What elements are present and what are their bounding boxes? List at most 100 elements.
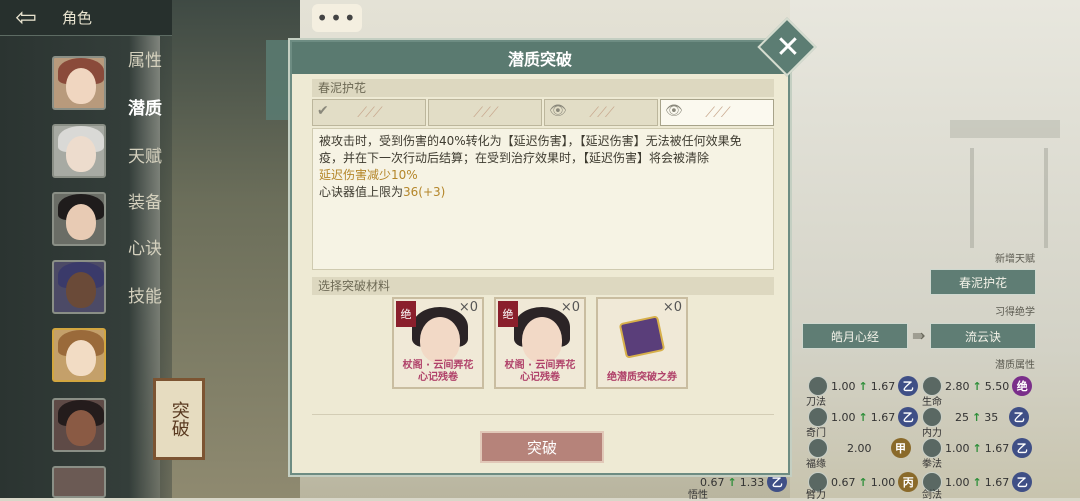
portrait-face [66, 340, 96, 376]
new-talent-label: 新增天赋 [995, 254, 1035, 265]
breakthrough-confirm-button[interactable]: 突破 [480, 431, 604, 463]
scroll-icon [618, 315, 666, 359]
material-card[interactable]: ×0 绝潜质突破之券 [596, 297, 688, 389]
stat-to: 1.67 [870, 379, 896, 393]
back-arrow-icon[interactable]: ⇦ [0, 0, 52, 36]
close-icon[interactable]: ✕ [771, 30, 805, 65]
sword-pips-icon: ⟋⟋⟋ [473, 104, 498, 121]
stat-from: 1.00 [945, 441, 970, 455]
divider [312, 414, 774, 415]
stat-name: 福缘 [806, 459, 826, 470]
material-caption: 杖阁 · 云间弄花 心记残卷 [504, 360, 576, 383]
grade-badge: 甲 [890, 438, 911, 458]
menu-equipment[interactable]: 装备 [128, 188, 162, 213]
material-count: ×0 [662, 300, 682, 315]
stat-name: 拳法 [922, 459, 942, 470]
portrait-face [66, 204, 96, 240]
rarity-tag: 绝 [498, 301, 518, 327]
character-portrait-4[interactable] [52, 260, 106, 314]
stat-to: 2.00 [847, 441, 872, 455]
character-portrait-2[interactable] [52, 124, 106, 178]
grade-badge: 乙 [1012, 472, 1033, 492]
description-text: 心诀器值上限为 [319, 185, 404, 199]
grade-badge: 乙 [898, 407, 919, 427]
grade-badge: 绝 [1012, 376, 1033, 396]
up-arrow-icon: ↑ [972, 379, 982, 393]
material-card[interactable]: 绝 ×0 杖阁 · 云间弄花 心记残卷 [494, 297, 586, 389]
stat-name: 悟性 [688, 490, 708, 501]
stat-to: 1.33 [739, 475, 765, 489]
learned-skill-to[interactable]: 流云诀 [930, 323, 1036, 349]
learned-skill-from[interactable]: 皓月心经 [802, 323, 908, 349]
eye-icon: 👁 [665, 103, 683, 119]
character-portrait-7[interactable] [52, 466, 106, 498]
breakthrough-side-label: 突破 [168, 401, 190, 437]
character-portrait-1[interactable] [52, 56, 106, 110]
description-value: 36(+3) [403, 185, 446, 199]
stat-to: 5.50 [984, 379, 1010, 393]
sword-pips-icon: ⟋⟋⟋ [589, 104, 614, 121]
character-portrait-5[interactable] [52, 328, 106, 382]
up-arrow-icon: ↑ [858, 475, 868, 489]
stat-from: 0.67 [831, 475, 856, 489]
rank-tab-1[interactable]: ✔ ⟋⟋⟋ [312, 99, 426, 126]
stat-name: 剑法 [922, 490, 942, 501]
menu-attributes[interactable]: 属性 [128, 46, 162, 71]
material-count: ×0 [458, 300, 478, 315]
potential-description: 被攻击时，受到伤害的40%转化为【延迟伤害】，【延迟伤害】无法被任何效果免 疫，… [312, 128, 774, 270]
description-bonus-line: 延迟伤害减少10% [319, 168, 418, 182]
grade-badge: 乙 [1012, 438, 1033, 458]
stat-to: 1.67 [984, 441, 1010, 455]
stat-from: 1.00 [831, 379, 856, 393]
potential-attr-label: 潜质属性 [995, 360, 1035, 371]
grade-badge: 乙 [1009, 407, 1030, 427]
up-arrow-icon: ↑ [972, 475, 982, 489]
menu-potential[interactable]: 潜质 [128, 94, 162, 119]
material-caption: 杖阁 · 云间弄花 心记残卷 [402, 360, 474, 383]
character-face [420, 317, 460, 363]
menu-skills[interactable]: 技能 [128, 282, 162, 307]
character-portrait-3[interactable] [52, 192, 106, 246]
eye-icon: 👁 [549, 103, 567, 119]
learned-skill-label: 习得绝学 [995, 307, 1035, 318]
stat-name: 刀法 [806, 397, 826, 408]
rarity-tag: 绝 [396, 301, 416, 327]
rank-tab-4[interactable]: 👁 ⟋⟋⟋ [660, 99, 774, 126]
description-line: 心诀器值上限为36(+3) [319, 184, 767, 201]
stat-from: 25 [955, 410, 969, 424]
new-talent-button[interactable]: 春泥护花 [930, 269, 1036, 295]
material-count: ×0 [560, 300, 580, 315]
top-bar: ⇦ 角色 [0, 0, 172, 36]
portrait-face [66, 68, 96, 104]
breakthrough-modal: 潜质突破 春泥护花 ✔ ⟋⟋⟋ ⟋⟋⟋ 👁 ⟋⟋⟋ 👁 ⟋⟋⟋ 被攻击时，受到伤… [290, 40, 790, 475]
menu-mental-art[interactable]: 心诀 [128, 234, 162, 259]
menu-talent[interactable]: 天赋 [128, 142, 162, 167]
page-title: 角色 [62, 9, 93, 27]
stat-name: 奇门 [806, 428, 826, 439]
grade-badge: 丙 [898, 472, 919, 492]
up-arrow-icon: ↑ [858, 410, 868, 424]
stat-from: 1.00 [831, 410, 856, 424]
rank-tab-2[interactable]: ⟋⟋⟋ [428, 99, 542, 126]
arrow-right-icon: ⇛ [912, 326, 926, 345]
portrait-face [66, 272, 96, 308]
material-card[interactable]: 绝 ×0 杖阁 · 云间弄花 心记残卷 [392, 297, 484, 389]
materials-header: 选择突破材料 [312, 277, 774, 295]
chat-bubble-button[interactable]: ••• [312, 4, 362, 32]
portrait-face [66, 136, 96, 172]
description-line: 被攻击时，受到伤害的40%转化为【延迟伤害】，【延迟伤害】无法被任何效果免 [319, 134, 742, 148]
check-icon: ✔ [317, 103, 329, 119]
pavilion-decoration [950, 120, 1060, 250]
stat-name: 内力 [922, 428, 942, 439]
up-arrow-icon: ↑ [727, 475, 737, 489]
character-portrait-6[interactable] [52, 398, 106, 452]
grade-badge: 乙 [767, 472, 788, 492]
breakthrough-side-button[interactable]: 突破 [153, 378, 205, 460]
stat-to: 1.67 [870, 410, 896, 424]
stat-name: 臂力 [806, 490, 826, 501]
portrait-face [66, 410, 96, 446]
rank-tab-3[interactable]: 👁 ⟋⟋⟋ [544, 99, 658, 126]
stat-row: 0.67 ↑ 1.33 乙 [700, 472, 788, 492]
rank-tabs: ✔ ⟋⟋⟋ ⟋⟋⟋ 👁 ⟋⟋⟋ 👁 ⟋⟋⟋ [312, 99, 774, 126]
modal-title: 潜质突破 [292, 42, 788, 74]
